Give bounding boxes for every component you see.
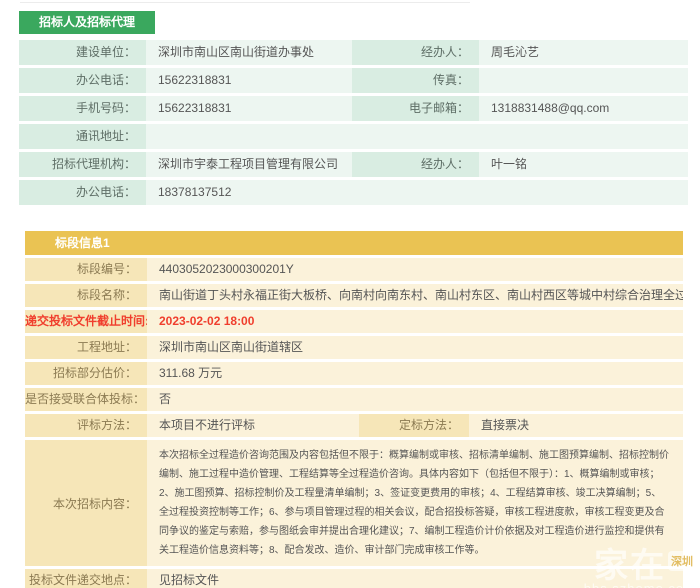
field-value: 深圳市宇泰工程项目管理有限公司 [146,152,352,177]
field-label: 手机号码： [19,96,146,121]
field-value: 4403052023000300201Y [147,258,683,281]
field-value: 南山街道丁头村永福正街大板桥、向南村向南东村、南山村东区、南山村西区等城中村综合… [147,284,683,307]
table-row: 是否接受联合体投标： 否 [25,388,683,411]
table-row: 通讯地址： [19,124,688,149]
table-row: 评标方法： 本项目不进行评标 定标方法： 直接票决 [25,414,683,437]
table-row: 招标部分估价： 311.68 万元 [25,362,683,385]
field-value: 深圳市南山区南山街道办事处 [146,40,352,65]
field-value: 深圳市南山区南山街道辖区 [147,336,683,359]
field-label: 本次招标内容： [25,440,147,566]
section-info: 标段信息1 标段编号： 4403052023000300201Y 标段名称： 南… [25,231,683,588]
table-row: 招标代理机构： 深圳市宇泰工程项目管理有限公司 经办人： 叶一铭 [19,152,688,177]
field-label: 标段编号： [25,258,147,281]
field-value: 15622318831 [146,68,352,93]
field-label: 建设单位： [19,40,146,65]
field-label: 经办人： [352,40,479,65]
field-value: 本项目不进行评标 [147,414,359,437]
field-value: 15622318831 [146,96,352,121]
field-label: 定标方法： [359,414,469,437]
table-row: 办公电话： 18378137512 [19,180,688,205]
field-label: 是否接受联合体投标： [25,388,147,411]
table-row: 建设单位： 深圳市南山区南山街道办事处 经办人： 周毛沁艺 [19,40,688,65]
table-row: 办公电话： 15622318831 传真： [19,68,688,93]
field-label: 投标文件递交地点： [25,569,147,588]
tenderer-section-tab: 招标人及招标代理 [19,11,155,34]
field-label: 递交投标文件截止时间: [25,310,147,333]
field-value: 311.68 万元 [147,362,683,385]
field-label: 标段名称： [25,284,147,307]
field-label: 通讯地址： [19,124,146,149]
field-value: 1318831488@qq.com [479,96,688,121]
table-row: 工程地址： 深圳市南山区南山街道辖区 [25,336,683,359]
field-label: 招标部分估价： [25,362,147,385]
field-label: 招标代理机构： [19,152,146,177]
field-value: 周毛沁艺 [479,40,688,65]
tenderer-table: 建设单位： 深圳市南山区南山街道办事处 经办人： 周毛沁艺 办公电话： 1562… [19,40,688,205]
top-divider [20,2,470,3]
field-value [146,124,688,149]
field-value: 叶一铭 [479,152,688,177]
field-label: 办公电话： [19,68,146,93]
field-label: 评标方法： [25,414,147,437]
section-info-header: 标段信息1 [25,231,683,255]
field-value: 本次招标全过程造价咨询范围及内容包括但不限于：概算编制或审核、招标清单编制、施工… [147,440,683,566]
field-label: 工程地址： [25,336,147,359]
field-label: 电子邮箱： [352,96,479,121]
field-value: 2023-02-02 18:00 [147,310,683,333]
field-value: 18378137512 [146,180,688,205]
field-value [479,68,688,93]
tenderer-section: 招标人及招标代理 建设单位： 深圳市南山区南山街道办事处 经办人： 周毛沁艺 办… [19,11,688,208]
field-value: 否 [147,388,683,411]
tender-detail-page: 招标人及招标代理 建设单位： 深圳市南山区南山街道办事处 经办人： 周毛沁艺 办… [0,0,700,588]
field-label: 传真： [352,68,479,93]
field-value: 见招标文件 [147,569,683,588]
table-row: 投标文件递交地点： 见招标文件 [25,569,683,588]
field-value: 直接票决 [469,414,683,437]
table-row: 标段编号： 4403052023000300201Y [25,258,683,281]
table-row-content: 本次招标内容： 本次招标全过程造价咨询范围及内容包括但不限于：概算编制或审核、招… [25,440,683,566]
table-row: 标段名称： 南山街道丁头村永福正街大板桥、向南村向南东村、南山村东区、南山村西区… [25,284,683,307]
table-row-deadline: 递交投标文件截止时间: 2023-02-02 18:00 [25,310,683,333]
section-info-table: 标段编号： 4403052023000300201Y 标段名称： 南山街道丁头村… [25,258,683,588]
table-row: 手机号码： 15622318831 电子邮箱： 1318831488@qq.co… [19,96,688,121]
field-label: 经办人： [352,152,479,177]
field-label: 办公电话： [19,180,146,205]
